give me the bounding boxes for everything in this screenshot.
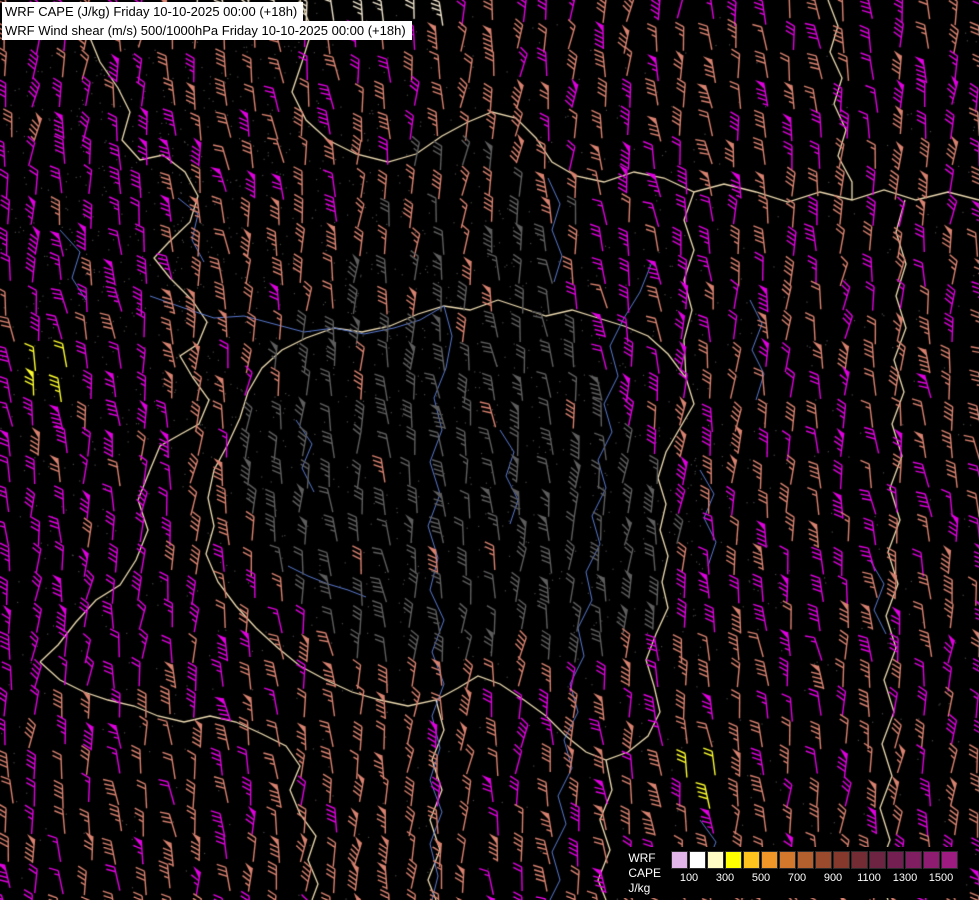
legend-tick-label: 500 <box>751 872 771 884</box>
cape-legend: WRF CAPE J/kg 100 300 500 700 900 1100 1300 150… <box>622 847 965 898</box>
title-windshear-line: WRF Wind shear (m/s) 500/1000hPa Friday … <box>2 21 412 40</box>
legend-tick-label: 300 <box>715 872 735 884</box>
legend-tick-label: 1100 <box>857 872 881 884</box>
legend-swatch <box>707 851 724 869</box>
legend-swatch <box>905 851 922 869</box>
legend-swatch <box>851 851 868 869</box>
legend-swatch <box>671 851 688 869</box>
legend-swatch <box>869 851 886 869</box>
legend-swatch <box>779 851 796 869</box>
legend-tick-label: 1300 <box>892 872 918 884</box>
legend-units-label: J/kg <box>628 881 651 895</box>
weather-map: WRF CAPE (J/kg) Friday 10-10-2025 00:00 … <box>0 0 979 900</box>
legend-swatch <box>761 851 778 869</box>
legend-tick-label: 100 <box>679 872 699 884</box>
legend-swatch <box>797 851 814 869</box>
legend-field-label: CAPE <box>628 866 661 880</box>
title-cape-line: WRF CAPE (J/kg) Friday 10-10-2025 00:00 … <box>2 2 304 21</box>
legend-tick-label: 900 <box>823 872 843 884</box>
legend-model-label: WRF <box>628 851 656 865</box>
legend-tick-label: 700 <box>787 872 807 884</box>
legend-swatch <box>941 851 958 869</box>
legend-swatch <box>815 851 832 869</box>
legend-swatch <box>833 851 850 869</box>
legend-swatch <box>689 851 706 869</box>
legend-tick-row: 100 300 500 700 900 1100 1300 1500 <box>671 869 959 884</box>
legend-colorbar-wrap: 100 300 500 700 900 1100 1300 1500 <box>671 851 959 884</box>
legend-swatch <box>743 851 760 869</box>
legend-tick-label: 1500 <box>928 872 954 884</box>
legend-labels: WRF CAPE J/kg <box>628 851 661 896</box>
wind-barb-map-canvas <box>0 0 979 900</box>
legend-swatch <box>725 851 742 869</box>
map-title-box: WRF CAPE (J/kg) Friday 10-10-2025 00:00 … <box>2 2 412 40</box>
legend-colorbar <box>671 851 959 869</box>
legend-swatch <box>923 851 940 869</box>
legend-swatch <box>887 851 904 869</box>
